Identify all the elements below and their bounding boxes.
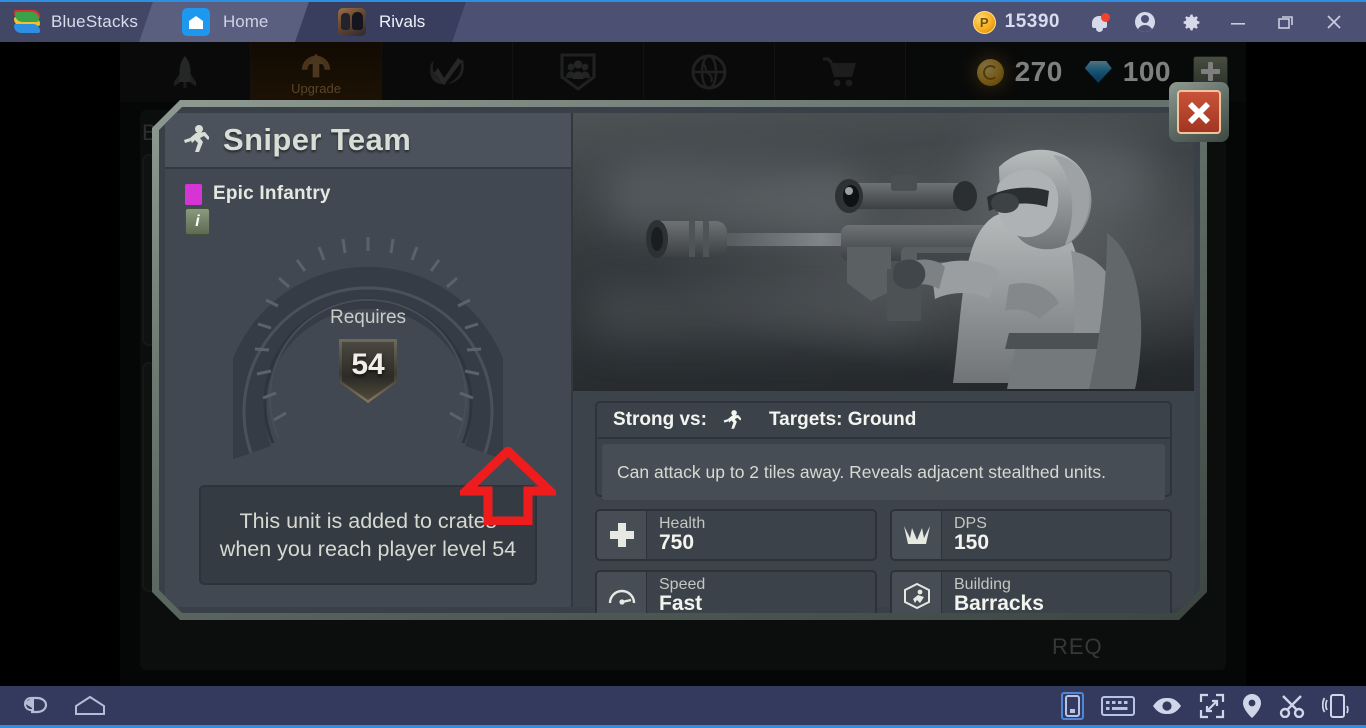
stat-health-label: Health bbox=[659, 515, 706, 533]
strong-vs-box: Strong vs: Targets: Ground Can attack up… bbox=[595, 401, 1172, 497]
unit-stats-grid: Health 750 DPS 150 Speed Fast Building B… bbox=[595, 509, 1172, 613]
stat-speed: Speed Fast bbox=[595, 570, 877, 613]
shake-device-button[interactable] bbox=[1322, 693, 1350, 719]
tab-rivals-label: Rivals bbox=[379, 12, 426, 31]
bluestacks-titlebar: BlueStacks Home Rivals P 15390 bbox=[0, 0, 1366, 42]
unit-detail-dialog: Sniper Team Epic Infantry i Requires 54 … bbox=[152, 82, 1229, 620]
stat-speed-label: Speed bbox=[659, 576, 706, 594]
barracks-icon bbox=[892, 572, 942, 613]
level-requirement-gauge: Requires 54 bbox=[233, 221, 503, 471]
dialog-header: Sniper Team bbox=[165, 113, 571, 169]
account-button[interactable] bbox=[1124, 1, 1166, 43]
stat-building: Building Barracks bbox=[890, 570, 1172, 613]
home-button[interactable] bbox=[74, 694, 106, 718]
stat-health: Health 750 bbox=[595, 509, 877, 561]
stat-dps: DPS 150 bbox=[890, 509, 1172, 561]
close-window-button[interactable] bbox=[1312, 1, 1356, 43]
rarity-row: Epic Infantry bbox=[165, 169, 571, 205]
health-cross-icon bbox=[597, 511, 647, 559]
titlebar-actions: P 15390 bbox=[972, 1, 1366, 43]
phone-rotate-icon bbox=[1065, 694, 1080, 717]
fullscreen-button[interactable] bbox=[1199, 693, 1225, 719]
restore-button[interactable] bbox=[1264, 1, 1308, 43]
speed-gauge-icon bbox=[597, 572, 647, 613]
bell-icon bbox=[1091, 12, 1110, 32]
avatar-icon bbox=[1135, 12, 1155, 32]
rarity-card-icon bbox=[185, 184, 202, 205]
location-pin-icon bbox=[1243, 693, 1261, 718]
strong-vs-header: Strong vs: Targets: Ground bbox=[597, 403, 1170, 439]
notifications-button[interactable] bbox=[1078, 1, 1120, 43]
eye-icon bbox=[1153, 697, 1181, 714]
page-title: Sniper Team bbox=[223, 122, 412, 157]
bluestacks-brand-label: BlueStacks bbox=[51, 12, 139, 31]
fullscreen-icon bbox=[1199, 693, 1225, 718]
stat-dps-value: 150 bbox=[954, 531, 990, 555]
dialog-left-column: Sniper Team Epic Infantry i Requires 54 … bbox=[165, 113, 573, 607]
home-icon bbox=[182, 8, 211, 36]
bluestacks-brand: BlueStacks bbox=[0, 2, 165, 42]
rarity-label: Epic Infantry bbox=[213, 183, 331, 204]
ability-description-box: Can attack up to 2 tiles away. Reveals a… bbox=[602, 444, 1165, 500]
home-pentagon-icon bbox=[75, 695, 105, 715]
strong-vs-label: Strong vs: bbox=[613, 409, 707, 430]
points-coin-icon: P bbox=[972, 10, 996, 34]
required-level-value: 54 bbox=[351, 348, 385, 381]
dialog-inner: Sniper Team Epic Infantry i Requires 54 … bbox=[159, 107, 1200, 613]
back-arrow-icon bbox=[23, 696, 48, 713]
screenshot-cut-button[interactable] bbox=[1279, 694, 1305, 718]
tab-home-label: Home bbox=[223, 12, 269, 31]
points-counter[interactable]: P 15390 bbox=[972, 10, 1060, 34]
stat-health-value: 750 bbox=[659, 531, 695, 555]
unit-artwork bbox=[573, 113, 1194, 391]
annotation-arrow-icon bbox=[460, 447, 556, 525]
dps-claw-icon bbox=[892, 511, 942, 559]
game-icon bbox=[338, 8, 367, 36]
bluestacks-bottombar bbox=[0, 686, 1366, 728]
bluestacks-window: BlueStacks Home Rivals P 15390 Sniper Te… bbox=[0, 0, 1366, 728]
rotate-device-button[interactable] bbox=[1061, 691, 1084, 720]
stat-building-label: Building bbox=[954, 576, 1011, 594]
eye-button[interactable] bbox=[1152, 696, 1182, 716]
shake-phone-icon bbox=[1322, 693, 1349, 718]
close-icon bbox=[1327, 15, 1341, 29]
points-value: 15390 bbox=[1004, 11, 1060, 32]
ability-description: Can attack up to 2 tiles away. Reveals a… bbox=[617, 461, 1106, 482]
infantry-run-icon bbox=[723, 409, 741, 432]
keyboard-controls-button[interactable] bbox=[1101, 694, 1135, 718]
targets-label: Targets: Ground bbox=[768, 409, 917, 430]
game-viewport: Upgrade bbox=[0, 42, 1366, 686]
minimize-icon bbox=[1231, 23, 1245, 25]
tab-rivals[interactable]: Rivals bbox=[295, 2, 467, 42]
close-x-icon bbox=[1177, 90, 1221, 134]
tab-strip: Home Rivals bbox=[139, 2, 467, 42]
keyboard-icon bbox=[1101, 695, 1135, 716]
game-screen: Upgrade bbox=[120, 42, 1246, 686]
settings-button[interactable] bbox=[1170, 1, 1212, 43]
stat-speed-value: Fast bbox=[659, 592, 703, 613]
location-button[interactable] bbox=[1242, 693, 1262, 719]
sniper-character-image bbox=[601, 121, 1171, 389]
back-button[interactable] bbox=[22, 694, 52, 718]
close-dialog-button[interactable] bbox=[1169, 82, 1229, 142]
infantry-run-icon bbox=[183, 124, 209, 156]
notification-badge-dot bbox=[1100, 12, 1110, 22]
minimize-button[interactable] bbox=[1216, 1, 1260, 43]
gauge-requires-label: Requires bbox=[329, 307, 407, 328]
tab-home[interactable]: Home bbox=[139, 2, 310, 42]
gear-icon bbox=[1183, 14, 1199, 30]
stat-building-value: Barracks bbox=[954, 592, 1044, 613]
bluestacks-logo-icon bbox=[14, 10, 40, 34]
dialog-right-column: Strong vs: Targets: Ground Can attack up… bbox=[573, 113, 1194, 607]
stat-dps-label: DPS bbox=[954, 515, 987, 533]
scissors-icon bbox=[1279, 694, 1305, 718]
restore-icon bbox=[1278, 16, 1293, 29]
info-button[interactable]: i bbox=[185, 208, 210, 235]
